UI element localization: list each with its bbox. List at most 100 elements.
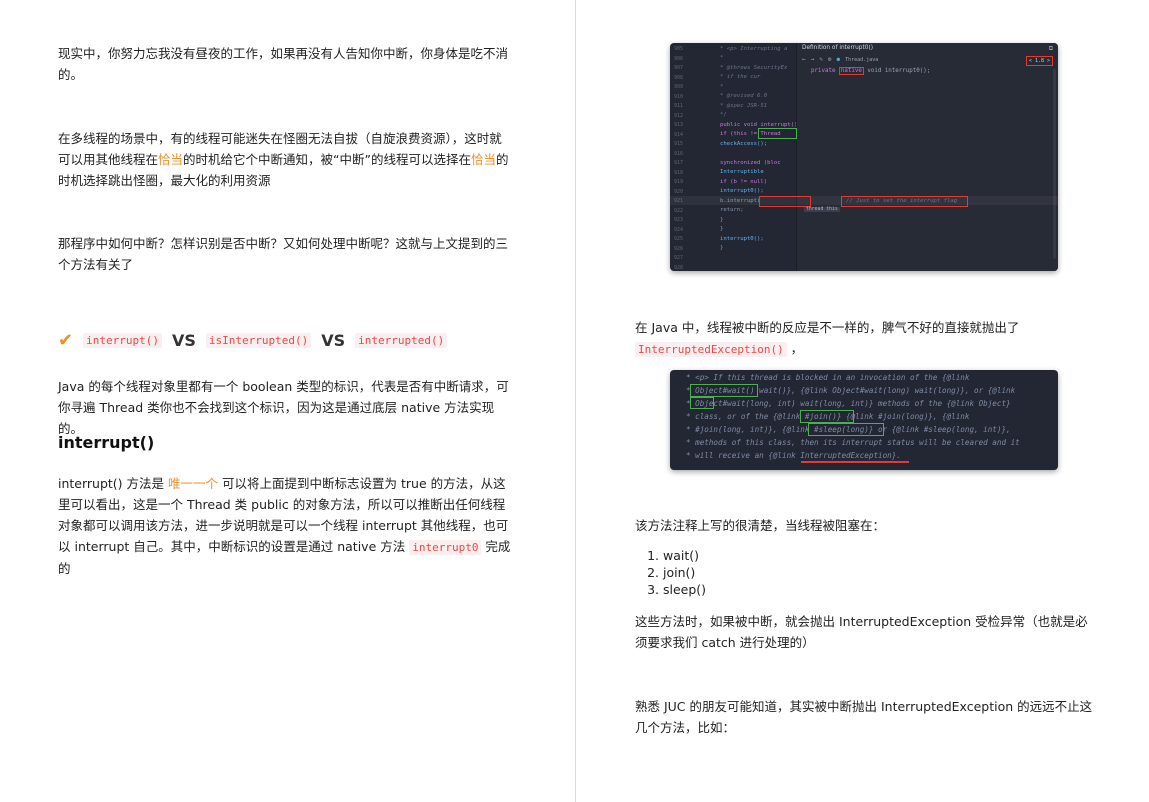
heading-interrupt: interrupt() [58,433,155,452]
gear-icon[interactable]: ⚙ [828,56,832,63]
popup-title: Definition of interrupt0() [802,45,873,51]
highlight-text: 恰当 [158,152,184,167]
code-line: * [720,55,724,61]
method-interrupt: interrupt() [83,333,162,348]
forward-icon[interactable]: → [811,56,815,63]
line-number: 907 [674,65,684,71]
text-segment: interrupt() 方法是 [58,476,169,491]
javadoc-screenshot: * <p> If this thread is blocked in an in… [670,370,1058,470]
line-number: 919 [674,179,684,185]
line-number: 922 [674,207,684,214]
line-number: 920 [674,188,684,195]
list-item: sleep() [663,581,935,598]
line-number: 912 [674,112,684,119]
jdk-version-badge[interactable]: < 1.8 > [1025,56,1053,66]
highlight-wait [690,384,758,397]
code-line: * <p> Interrupting a [720,45,788,52]
line-number: 918 [674,169,684,176]
line-number: 909 [674,84,684,90]
line-number: 908 [674,74,684,81]
native-keyword: native [838,67,864,75]
line-number: 911 [674,103,684,109]
list-item: wait() [663,547,935,564]
ide-screenshot: 905 * <p> Interrupting a 906 * 907 * @thro… [670,43,1058,271]
back-icon[interactable]: ← [802,56,806,63]
line-number: 917 [674,160,684,166]
code-line: */ [720,112,727,118]
highlight-sleep [808,423,884,436]
code-line: * if the cur [720,74,761,80]
paragraph-interrupt-method: interrupt() 方法是 唯一一个 可以将上面提到中断标志设置为 true… [58,473,514,579]
line-number: 915 [674,141,684,147]
vs-label: VS [171,331,196,350]
code-line: } [720,245,724,251]
code-line: if (b != null) [720,178,768,185]
paragraph-reality: 现实中，你努力忘我没有昼夜的工作，如果再没有人告知你中断，你身体是吃不消的。 [58,46,509,82]
line-number: 923 [674,217,684,223]
list-item: join() [663,564,935,581]
interrupt-flag-comment: // Just to set the interrupt flag [846,198,958,204]
paragraph-multithread: 在多线程的场景中，有的线程可能迷失在怪圈无法自拔（自旋浪费资源），这时就可以用其… [58,128,510,191]
highlight-join [800,410,854,423]
line-number: 928 [674,264,684,271]
page-divider [575,0,576,802]
javadoc-line: * methods of this class, then its interr… [686,438,1020,447]
popup-code: private native void interrupt0(); [811,67,931,75]
code-token: private [811,68,839,74]
text-segment: 在 Java 中，线程被中断的反应是不一样的，脾气不好的直接就抛出了 [635,320,1020,335]
paragraph-juc: 熟悉 JUC 的朋友可能知道，其实被中断抛出 InterruptedExcept… [635,699,1093,735]
javadoc-line: * Object#wait(long, int) wait(long, int)… [686,399,1011,408]
highlight-text: 恰当 [470,152,496,167]
code-line: * @spec JSR-51 [720,102,768,109]
popup-close-icon[interactable]: ⧉ [1049,45,1053,53]
popup-file-name: Thread.java [845,56,879,63]
line-number: 914 [674,131,684,138]
right-page: 905 * <p> Interrupting a 906 * 907 * @thro… [577,0,1149,802]
line-number: 913 [674,122,684,128]
text-segment: 的时机给它个中断通知，被“中断”的线程可以选择在 [183,152,471,167]
code-line: Interruptible [720,169,764,175]
underline-interruptedexception [801,461,909,463]
popup-toolbar: ← → ✎ ⚙ ● Thread.java [802,56,878,63]
numbered-list: wait()join()sleep() [635,547,935,598]
code-line: checkAccess(); [720,140,768,147]
definition-popup: Definition of interrupt0() ⧉ ← → ✎ ⚙ ● T… [796,43,1058,271]
inline-code-interruptedexception: InterruptedException() [635,342,787,357]
code-line: * @throws SecurityEx [720,64,788,71]
line-number: 916 [674,150,684,157]
edit-icon[interactable]: ✎ [819,56,823,63]
check-icon: ✔ [58,330,74,351]
code-line: } [720,216,724,223]
text-segment: ， [786,341,804,356]
blocking-methods-list: wait()join()sleep() [635,547,935,598]
method-isinterrupted: isInterrupted() [205,333,312,348]
line-number: 927 [674,255,684,261]
code-line: * @revised 6.0 [720,93,768,99]
javadoc-line: * will receive an {@link InterruptedExce… [686,451,901,460]
vs-label: VS [321,331,346,350]
paragraph-checked-exception: 这些方法时，如果被中断，就会抛出 InterruptedException 受检… [635,614,1088,650]
paragraph-boolean-flag: Java 的每个线程对象里都有一个 boolean 类型的标识，代表是否有中断请… [58,379,509,436]
paragraph-blocked-methods: 该方法注释上写的很清楚，当线程被阻塞在： [635,518,886,533]
code-line: } [720,226,724,232]
code-line: interrupt0(); [720,235,764,242]
code-line: * [720,83,724,90]
inline-code-interrupt0: interrupt0 [409,540,482,555]
line-number: 926 [674,245,684,252]
javadoc-line: * <p> If this thread is blocked in an in… [686,373,970,382]
heading-three-methods: ✔ interrupt() VS isInterrupted() VS inte… [58,330,448,351]
line-number: 905 [674,46,684,52]
highlight-interrupt0-call [759,196,811,207]
line-number: 906 [674,55,684,62]
popup-scrollbar[interactable] [1053,69,1056,259]
code-line: synchronized (bloc [720,159,781,166]
highlight-interrupt-signature [758,128,797,139]
file-icon: ● [836,56,841,63]
line-number: 924 [674,226,684,233]
code-line: public void interrupt() [720,121,798,128]
paragraph-reaction: 在 Java 中，线程被中断的反应是不一样的，脾气不好的直接就抛出了 Inter… [635,317,1095,360]
left-page: 现实中，你努力忘我没有昼夜的工作，如果再没有人告知你中断，你身体是吃不消的。 在… [0,0,575,802]
code-token: void interrupt0(); [863,68,931,74]
line-number: 910 [674,93,684,100]
highlight-wait-2 [690,397,714,409]
